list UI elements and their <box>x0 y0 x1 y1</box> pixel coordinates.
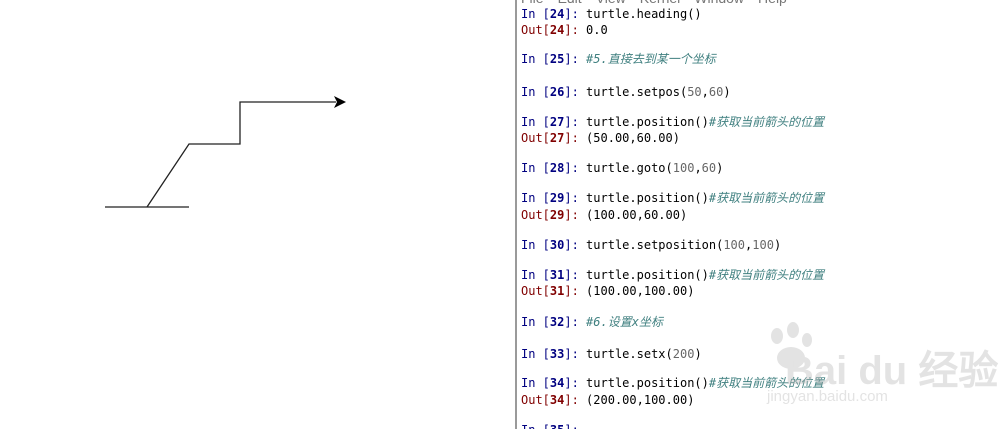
prompt-number: 32 <box>549 315 565 329</box>
input-line: In [27]: turtle.position()#获取当前箭头的位置 <box>521 115 824 129</box>
menu-item[interactable]: Edit <box>558 0 582 6</box>
code-comment: #获取当前箭头的位置 <box>708 376 825 390</box>
code-comment: #6.设置x坐标 <box>586 315 663 329</box>
code-text: turtle.goto( <box>586 161 673 175</box>
input-line: In [31]: turtle.position()#获取当前箭头的位置 <box>521 268 824 282</box>
prompt-number: 28 <box>549 161 565 175</box>
turtle-canvas <box>0 0 515 429</box>
input-prompt: In [32]: <box>521 315 587 329</box>
code-comment: #5.直接去到某一个坐标 <box>586 52 716 66</box>
code-text: 60 <box>708 85 724 99</box>
prompt-number: 35 <box>550 423 564 429</box>
prompt-number: 29 <box>549 208 565 222</box>
input-line: In [24]: turtle.heading() <box>521 7 702 21</box>
code-text: 100 <box>723 238 746 252</box>
prompt-number: 30 <box>549 238 565 252</box>
input-line: In [26]: turtle.setpos(50,60) <box>521 85 731 99</box>
input-prompt: In [28]: <box>521 161 587 175</box>
code-text: (100.00,100.00) <box>586 284 695 298</box>
turtle-path <box>105 101 336 208</box>
input-prompt: In [35]: <box>521 423 586 429</box>
output-line: Out[24]: 0.0 <box>521 23 608 37</box>
code-text: turtle.setpos( <box>586 85 688 99</box>
input-prompt: In [25]: <box>521 52 587 66</box>
input-prompt: In [27]: <box>521 115 587 129</box>
input-prompt: In [31]: <box>521 268 587 282</box>
turtle-drawing <box>105 96 346 208</box>
code-text: turtle.setposition( <box>586 238 724 252</box>
code-text: , <box>694 161 702 175</box>
code-text: 100 <box>672 161 695 175</box>
output-prompt: Out[29]: <box>521 208 587 222</box>
input-line: In [28]: turtle.goto(100,60) <box>521 161 723 175</box>
code-text: (200.00,100.00) <box>586 393 695 407</box>
input-line: In [33]: turtle.setx(200) <box>521 347 702 361</box>
input-line: In [32]: #6.设置x坐标 <box>521 315 663 329</box>
prompt-number: 34 <box>549 376 565 390</box>
output-line: Out[27]: (50.00,60.00) <box>521 131 680 145</box>
menu-bar: File Edit View Kernel Window Help <box>521 0 801 6</box>
menu-item[interactable]: View <box>596 0 626 6</box>
prompt-number: 31 <box>549 268 565 282</box>
code-text: 60 <box>701 161 717 175</box>
input-prompt: In [33]: <box>521 347 587 361</box>
input-line: In [34]: turtle.position()#获取当前箭头的位置 <box>521 376 824 390</box>
code-text: turtle.position() <box>586 115 709 129</box>
output-prompt: Out[24]: <box>521 23 587 37</box>
input-line: In [29]: turtle.position()#获取当前箭头的位置 <box>521 191 824 205</box>
menu-item[interactable]: File <box>521 0 544 6</box>
input-line: In [25]: #5.直接去到某一个坐标 <box>521 52 716 66</box>
code-text: 200 <box>672 347 695 361</box>
code-text: ) <box>723 85 731 99</box>
code-text: 0.0 <box>586 23 608 37</box>
input-prompt: In [29]: <box>521 191 587 205</box>
code-text: (100.00,60.00) <box>586 208 688 222</box>
output-line: Out[34]: (200.00,100.00) <box>521 393 694 407</box>
input-prompt: In [34]: <box>521 376 587 390</box>
menu-item[interactable]: Help <box>758 0 787 6</box>
input-prompt: In [24]: <box>521 7 587 21</box>
output-prompt: Out[31]: <box>521 284 587 298</box>
prompt-number: 33 <box>549 347 565 361</box>
prompt-number: 27 <box>549 115 565 129</box>
prompt-number: 25 <box>549 52 565 66</box>
output-line: Out[31]: (100.00,100.00) <box>521 284 694 298</box>
code-text: ) <box>694 347 702 361</box>
input-prompt: In [26]: <box>521 85 587 99</box>
ipython-console[interactable]: File Edit View Kernel Window Help In [24]: tu… <box>517 0 1000 429</box>
prompt-number: 24 <box>549 7 565 21</box>
code-text: turtle.heading() <box>586 7 702 21</box>
prompt-number: 29 <box>549 191 565 205</box>
code-comment: #获取当前箭头的位置 <box>708 268 825 282</box>
menu-item[interactable]: Kernel <box>640 0 680 6</box>
code-text: turtle.setx( <box>586 347 673 361</box>
output-line: Out[29]: (100.00,60.00) <box>521 208 687 222</box>
code-text: turtle.position() <box>586 268 709 282</box>
menu-item[interactable]: Window <box>694 0 744 6</box>
prompt-number: 31 <box>549 284 565 298</box>
code-text: ) <box>716 161 724 175</box>
prompt-number: 27 <box>549 131 565 145</box>
code-text: (50.00,60.00) <box>586 131 680 145</box>
code-text: 50 <box>687 85 702 99</box>
code-text: turtle.position() <box>586 191 709 205</box>
code-text: turtle.position() <box>586 376 709 390</box>
code-text: , <box>701 85 709 99</box>
code-comment: #获取当前箭头的位置 <box>708 115 825 129</box>
code-comment: #获取当前箭头的位置 <box>708 191 825 205</box>
code-text: ) <box>773 238 782 252</box>
input-prompt: In [30]: <box>521 238 587 252</box>
input-line: In [35]: <box>521 423 586 429</box>
output-prompt: Out[34]: <box>521 393 587 407</box>
prompt-number: 34 <box>549 393 565 407</box>
input-line: In [30]: turtle.setposition(100,100) <box>521 238 781 252</box>
prompt-number: 24 <box>549 23 565 37</box>
prompt-number: 26 <box>549 85 565 99</box>
code-text: 100 <box>752 238 774 252</box>
output-prompt: Out[27]: <box>521 131 587 145</box>
